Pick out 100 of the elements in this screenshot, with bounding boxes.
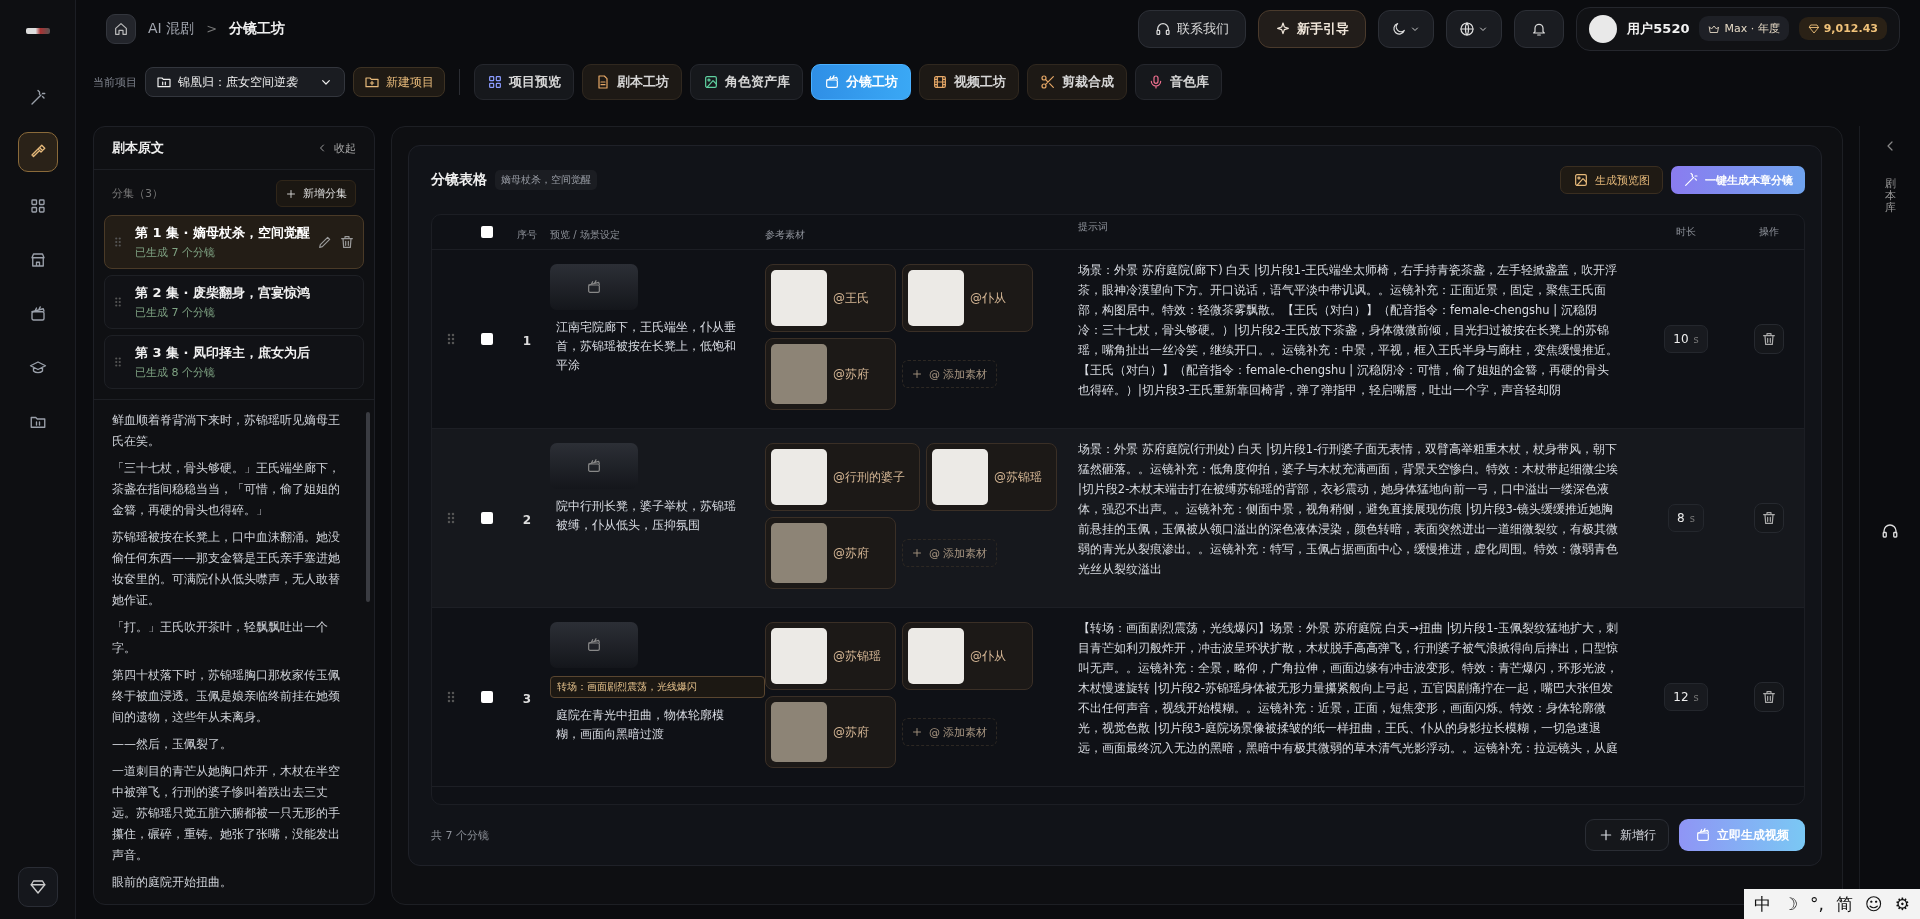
character-photo-placeholder	[908, 270, 964, 326]
preview-thumbnail[interactable]	[550, 264, 638, 310]
storyboard-count: 共 7 个分镜	[431, 827, 489, 843]
folder-plus-icon	[364, 74, 380, 90]
asset-chip[interactable]: @苏府	[765, 338, 896, 410]
plus-icon	[1598, 827, 1614, 843]
theme-toggle[interactable]	[1378, 9, 1435, 48]
asset-chip[interactable]: @仆从	[902, 622, 1033, 690]
row-checkbox[interactable]	[481, 512, 493, 524]
script-paragraph: 鲜血顺着脊背淌下来时，苏锦瑶听见嫡母王氏在笑。	[112, 412, 341, 450]
add-row-button[interactable]: 新增行	[1585, 819, 1669, 851]
credits-badge: 9,012.43	[1798, 17, 1887, 40]
support-button[interactable]	[1881, 522, 1899, 541]
prompt-text[interactable]: 场景：外景 苏府庭院(行刑处) 白天 |切片段1-行刑婆子面无表情，双臂高举粗重木杖，杖身带风，朝下猛然砸落。。运镜补充：低角度仰拍，婆子与木杖充满画面，背景天空惨白。特效：木杖带起细微尘埃 |切片段2-木杖末端击打在被缚苏锦瑶的背部，衣衫震动，她身体猛地向前一弓，口中溢出一缕深色液体，强忍不出声。。运镜补充：侧面中景，视角稍侧，避免直接展现伤痕 |切片段3-镜头缓缓推近她胸前悬挂的玉佩，玉佩被从领口溢出的深色液体浸染，颜色转暗，表面突然迸出一道细微裂纹，有极其微弱的青光从裂痕渗出。。运镜补充：特写，玉佩占据画面中心，缓慢推进，虚化周围。特效：微弱青色光丝从裂纹溢出	[1078, 439, 1620, 579]
asset-chip[interactable]: @王氏	[765, 264, 896, 332]
scene-description: 庭院在青光中扭曲，物体轮廓模糊，画面向黑暗过渡	[555, 707, 725, 743]
character-photo-placeholder	[771, 270, 827, 326]
row-checkbox[interactable]	[481, 691, 493, 703]
ime-key[interactable]: 中	[1753, 893, 1771, 915]
contact-button[interactable]: 联系我们	[1138, 9, 1247, 48]
prompt-text[interactable]: 【转场：画面剧烈震荡，光线爆闪】场景：外景 苏府庭院 白天→扭曲 |切片段1-玉佩裂纹猛地扩大，刺目青芒如利刃般炸开，冲击波呈环状扩散，木杖脱手高高弹飞，行刑婆子被气浪掀得向后摔出，口型惊叫无声。。运镜补充：全景，略仰，广角拉伸，画面边缘有冲击波变形。特效：青芒爆闪，环形光波，木杖慢速旋转 |切片段2-苏锦瑶身体被无形力量攥紧般向上弓起，五官因剧痛拧在一起，嘴巴大张但发不出任何声音，视线开始模糊。。运镜补充：近景，正面，短焦变形，画面闪烁。特效：身体轮廓微光，视觉色散 |切片段3-庭院场景像被揉皱的纸一样扭曲，王氏、仆从的身影拉长模糊，一切急速退远，画面最终沉入无边的黑暗，黑暗中有极其微弱的草木清气光影浮动。。运镜补充：拉远镜头，从庭	[1078, 618, 1620, 758]
episode-title: 第 1 集 · 嫡母杖杀，空间觉醒	[135, 224, 311, 242]
asset-chip[interactable]: @苏府	[765, 517, 896, 589]
delete-button[interactable]	[1754, 682, 1784, 712]
sidebar-item[interactable]	[17, 132, 58, 172]
asset-chip[interactable]: @苏锦瑶	[765, 622, 896, 690]
collapse-button[interactable]: 收起	[316, 140, 356, 156]
nav-tab[interactable]: 视频工坊	[919, 64, 1019, 100]
character-photo-placeholder	[771, 449, 827, 505]
edit-button[interactable]	[317, 234, 333, 250]
script-paragraph: 眼前的庭院开始扭曲。	[112, 874, 233, 891]
notification-button[interactable]	[1514, 9, 1565, 48]
plan-badge: Max · 年度	[1699, 16, 1789, 41]
script-paragraph: 「打。」王氏吹开茶叶，轻飘飘吐出一个字。	[112, 619, 329, 657]
panel-label[interactable]: 剧本库	[1883, 178, 1897, 215]
episode-item[interactable]: 第 2 集 · 废柴翻身，宫宴惊鸿 已生成 7 个分镜	[104, 275, 364, 329]
new-project-button[interactable]: 新建项目	[353, 67, 445, 97]
duration-field[interactable]: 10 s	[1664, 325, 1708, 353]
asset-chip[interactable]: @行刑的婆子	[765, 443, 920, 511]
sparkle-icon	[1275, 20, 1292, 37]
episode-item[interactable]: 第 1 集 · 嫡母杖杀，空间觉醒 已生成 7 个分镜	[104, 215, 364, 269]
nav-tab[interactable]: 剪裁合成	[1027, 64, 1127, 100]
plus-icon	[911, 368, 923, 380]
add-episode-button[interactable]: 新增分集	[276, 180, 356, 207]
episode-title: 第 2 集 · 废柴翻身，宫宴惊鸿	[135, 284, 312, 302]
nav-tab[interactable]: 剧本工坊	[582, 64, 682, 100]
ime-key[interactable]: °,	[1810, 893, 1824, 915]
select-all-checkbox[interactable]	[481, 226, 493, 238]
scrollbar[interactable]	[366, 412, 370, 602]
home-button[interactable]	[106, 13, 136, 44]
home-icon	[113, 20, 129, 37]
user-card[interactable]: 用户5520 Max · 年度 9,012.43	[1576, 6, 1900, 51]
project-label: 当前项目	[93, 74, 137, 90]
scene-photo-placeholder	[771, 523, 827, 583]
trash-icon	[1761, 510, 1777, 526]
storyboard-title: 分镜表格	[431, 171, 487, 189]
wand-icon	[1683, 172, 1699, 188]
plus-icon	[285, 187, 297, 200]
preview-thumbnail[interactable]	[550, 622, 638, 668]
guide-button[interactable]: 新手引导	[1258, 9, 1367, 48]
project-select[interactable]: 锦凰归：庶女空间逆袭	[145, 67, 345, 97]
add-asset-button[interactable]: @ 添加素材	[902, 539, 997, 567]
headset-icon	[1881, 522, 1899, 541]
delete-button[interactable]	[1754, 503, 1784, 533]
clapper-icon	[586, 458, 602, 474]
ime-key[interactable]: 简	[1836, 893, 1853, 915]
user-name: 用户5520	[1627, 19, 1690, 38]
delete-button[interactable]	[339, 234, 355, 250]
clapper-icon	[586, 637, 602, 653]
script-paragraph: 苏锦瑶被按在长凳上，口中血沫翻涌。她没偷任何东西——那支金簪是王氏亲手塞进她妆奁里的。可满院仆从低头噤声，无人敢替她作证。	[112, 529, 341, 609]
script-paragraph: 「三十七杖，骨头够硬。」王氏端坐廊下，茶盏在指间稳稳当当，「可惜，偷了姐姐的金簪，再硬的骨头也得碎。」	[112, 460, 341, 519]
ime-key[interactable]: ☺	[1865, 893, 1883, 915]
clapper-icon	[1695, 827, 1711, 843]
nav-tab[interactable]: 音色库	[1135, 64, 1222, 100]
trash-icon	[339, 234, 355, 250]
prompt-text[interactable]: 场景：外景 苏府庭院(廊下) 白天 |切片段1-王氏端坐太师椅，右手持青瓷茶盏，左手轻掀盏盖，吹开浮茶，眼神冷漠望向下方。开口说话，语气平淡中带讥讽。。运镜补充：正面近景，固定，聚焦王氏面部，构图居中。特效：轻微茶雾飘散。【王氏（对白）】（配音指令：female-chengshu | 沉稳阴冷：三十七杖，骨头够硬。）|切片段2-王氏放下茶盏，身体微微前倾，目光扫过被按在长凳上的苏锦瑶，嘴角扯出一丝冷笑，继续开口。。运镜补充：中景，平视，框入王氏半身与廊柱，变焦缓慢推近。【王氏（对白）】（配音指令：female-chengshu | 沉稳阴冷：可惜，偷了姐姐的金簪，再硬的骨头也得碎。）|切片段3-王氏重新靠回椅背，弹了弹指甲，轻启嘴唇，吐出一个字，声音轻却阴	[1078, 260, 1620, 400]
scene-description: 江南宅院廊下，王氏端坐，仆从垂首，苏锦瑶被按在长凳上，低饱和平涂	[555, 319, 737, 374]
row-checkbox[interactable]	[481, 333, 493, 345]
ime-key[interactable]: ☽	[1782, 893, 1799, 915]
premium-button[interactable]	[17, 867, 58, 907]
add-asset-button[interactable]: @ 添加素材	[902, 360, 997, 388]
nav-tab[interactable]: 项目预览	[474, 64, 574, 100]
duration-field[interactable]: 12 s	[1664, 683, 1708, 711]
trash-icon	[1761, 689, 1777, 705]
pencil-icon	[317, 234, 333, 250]
language-button[interactable]	[1446, 9, 1503, 48]
nav-tab[interactable]: 角色资产库	[690, 64, 803, 100]
episode-item[interactable]: 第 3 集 · 凤印择主，庶女为后 已生成 8 个分镜	[104, 335, 364, 389]
column-header: 序号	[517, 228, 537, 240]
asset-chip[interactable]: @苏锦瑶	[926, 443, 1057, 511]
delete-button[interactable]	[1754, 324, 1784, 354]
generate-preview-button[interactable]: 生成预览图	[1560, 166, 1663, 194]
asset-chip[interactable]: @仆从	[902, 264, 1033, 332]
duration-field[interactable]: 8 s	[1668, 504, 1704, 532]
add-asset-button[interactable]: @ 添加素材	[902, 718, 997, 746]
asset-chip[interactable]: @苏府	[765, 696, 896, 768]
scene-photo-placeholder	[771, 702, 827, 762]
ime-key[interactable]: ⚙	[1894, 893, 1910, 915]
breadcrumb-link[interactable]: AI 混剧	[148, 19, 195, 38]
gem-icon	[1807, 22, 1820, 35]
